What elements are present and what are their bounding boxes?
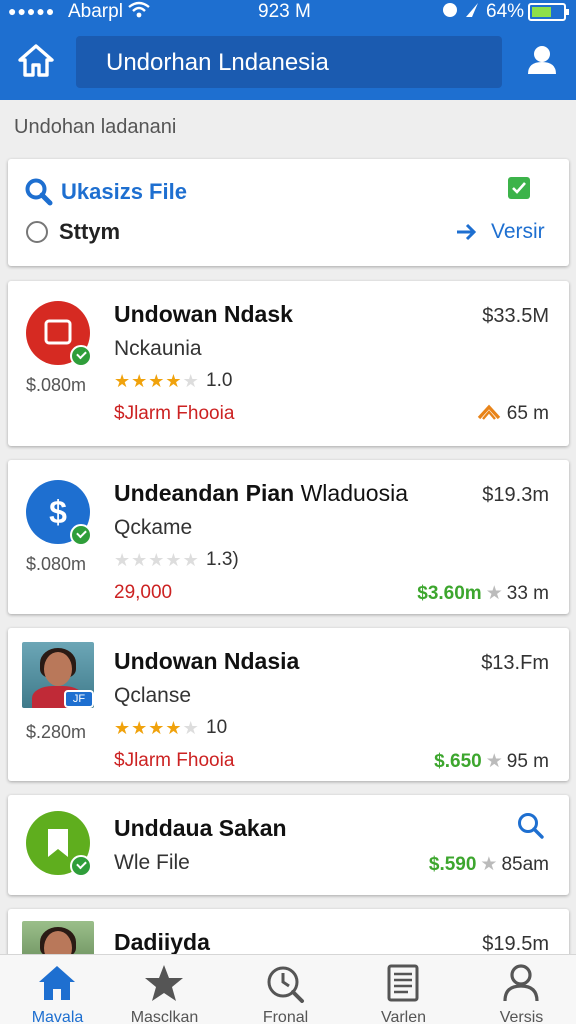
home-icon xyxy=(18,44,54,77)
app-list-item[interactable]: $.080m Undowan Ndask Nckaunia $33.5M ★★★… xyxy=(8,281,569,446)
star-icon: ★ xyxy=(485,751,503,772)
app-price: $19.5m xyxy=(482,933,549,955)
photo-badge: JF xyxy=(64,690,94,708)
app-name-main: Undeandan Pian xyxy=(114,480,295,506)
meta-green-value: $3.60m xyxy=(417,583,482,604)
star-rating: ★★★★★ xyxy=(114,371,200,391)
app-name: Dadiiyda xyxy=(114,929,210,955)
tab-favorites[interactable]: Masclkan xyxy=(107,955,222,1024)
app-list-item[interactable]: JF $.280m Undowan Ndasia Qclanse $13.Fm … xyxy=(8,628,569,781)
tab-recent[interactable]: Fronal xyxy=(228,955,343,1024)
rating-value: 10 xyxy=(206,717,228,738)
app-size: $.080m xyxy=(26,554,87,574)
star-icon: ★ xyxy=(480,854,498,875)
app-price: $13.Fm xyxy=(481,652,549,674)
star-icon xyxy=(145,965,183,1001)
app-meta: $.590 ★ 85am xyxy=(429,853,549,876)
carrier-name: Abarpl xyxy=(68,1,123,22)
app-header: ●●●●● Abarpl 923 M 64% Undorhan Lndanesi… xyxy=(0,0,576,100)
app-name-extra: Wladuosia xyxy=(300,480,408,506)
app-tag: $Jlarm Fhooia xyxy=(114,750,235,771)
rating-value: 1.0 xyxy=(206,370,233,391)
system-icons xyxy=(442,1,482,25)
document-icon xyxy=(387,964,419,1002)
tab-label: Masclkan xyxy=(130,1009,199,1024)
system-radio[interactable] xyxy=(26,221,48,243)
wifi-icon xyxy=(128,1,150,25)
battery-icon xyxy=(528,3,569,21)
app-tag: 29,000 xyxy=(114,582,173,603)
app-size: $.280m xyxy=(26,722,87,742)
check-icon xyxy=(512,182,526,194)
file-filter-label[interactable]: Ukasizs File xyxy=(61,179,187,205)
version-link[interactable]: Versir xyxy=(491,220,545,244)
star-rating: ★★★★★ xyxy=(114,718,200,738)
profile-button[interactable] xyxy=(524,42,560,78)
verified-badge-icon xyxy=(70,855,92,877)
app-name: Undowan Ndasia xyxy=(114,648,300,674)
app-list-item[interactable]: Unddaua Sakan Wle File $.590 ★ 85am xyxy=(8,795,569,895)
app-size: $.080m xyxy=(26,375,87,395)
chevron-up-icon xyxy=(477,404,500,420)
tab-label: Mavala xyxy=(31,1009,84,1024)
clock-search-icon xyxy=(267,966,304,1003)
tab-label: Fronal xyxy=(262,1009,309,1024)
app-subtitle: Qclanse xyxy=(114,684,192,707)
verified-badge-icon xyxy=(70,345,92,367)
app-icon xyxy=(26,301,92,367)
app-name: Undeandan Pian Wladuosia xyxy=(114,480,408,507)
clock: 923 M xyxy=(258,1,311,22)
signal-dots-icon: ●●●●● xyxy=(8,3,56,19)
tab-documents[interactable]: Varlen xyxy=(346,955,461,1024)
search-icon[interactable] xyxy=(515,811,545,841)
svg-text:$: $ xyxy=(49,494,67,530)
app-meta: $3.60m ★ 33 m xyxy=(417,582,549,605)
meta-value: 85am xyxy=(501,854,549,875)
user-icon xyxy=(528,46,556,74)
tab-home[interactable]: Mavala xyxy=(0,955,115,1024)
app-name: Undowan Ndask xyxy=(114,301,293,327)
search-input[interactable]: Undorhan Lndanesia xyxy=(76,36,502,88)
rating-value: 1.3) xyxy=(206,549,239,570)
app-subtitle: Wle File xyxy=(114,851,190,874)
app-price: $33.5M xyxy=(482,305,549,327)
app-tag: $Jlarm Fhooia xyxy=(114,403,235,424)
bottom-tab-bar: Mavala Masclkan Fronal Varlen Versis xyxy=(0,954,576,1024)
app-subtitle: Nckaunia xyxy=(114,337,202,360)
meta-green-value: $.650 xyxy=(434,751,482,772)
app-name: Unddaua Sakan xyxy=(114,815,287,841)
filter-checkbox[interactable] xyxy=(508,177,530,199)
app-meta: $.650 ★ 95 m xyxy=(434,750,549,773)
arrow-right-icon xyxy=(455,221,477,243)
star-rating: ★★★★★ xyxy=(114,550,200,570)
filter-card: Ukasizs File Sttym Versir xyxy=(8,159,569,266)
user-icon xyxy=(503,964,539,1002)
search-text: Undorhan Lndanesia xyxy=(106,49,329,76)
radio-label: Sttym xyxy=(59,219,121,244)
app-list-item[interactable]: $ $.080m Undeandan Pian Wladuosia Qckame… xyxy=(8,460,569,614)
app-meta: 65 m xyxy=(477,403,549,425)
verified-badge-icon xyxy=(70,524,92,546)
status-bar: ●●●●● Abarpl 923 M 64% xyxy=(0,0,576,26)
section-title: Undohan ladanani xyxy=(14,116,177,138)
home-icon xyxy=(39,966,75,1000)
meta-value: 65 m xyxy=(506,403,549,424)
tab-label: Varlen xyxy=(380,1009,427,1024)
battery-percent: 64% xyxy=(486,1,525,22)
tab-profile[interactable]: Versis xyxy=(464,955,576,1024)
meta-value: 95 m xyxy=(506,751,549,772)
tab-label: Versis xyxy=(499,1009,544,1024)
app-price: $19.3m xyxy=(482,484,549,506)
meta-value: 33 m xyxy=(506,583,549,604)
meta-green-value: $.590 xyxy=(428,854,477,875)
app-icon xyxy=(26,811,92,877)
star-icon: ★ xyxy=(485,583,503,604)
app-subtitle: Qckame xyxy=(114,516,193,539)
app-icon: $ xyxy=(26,480,92,546)
app-icon: JF xyxy=(22,642,98,712)
search-icon[interactable] xyxy=(24,177,54,207)
home-button[interactable] xyxy=(16,42,56,78)
